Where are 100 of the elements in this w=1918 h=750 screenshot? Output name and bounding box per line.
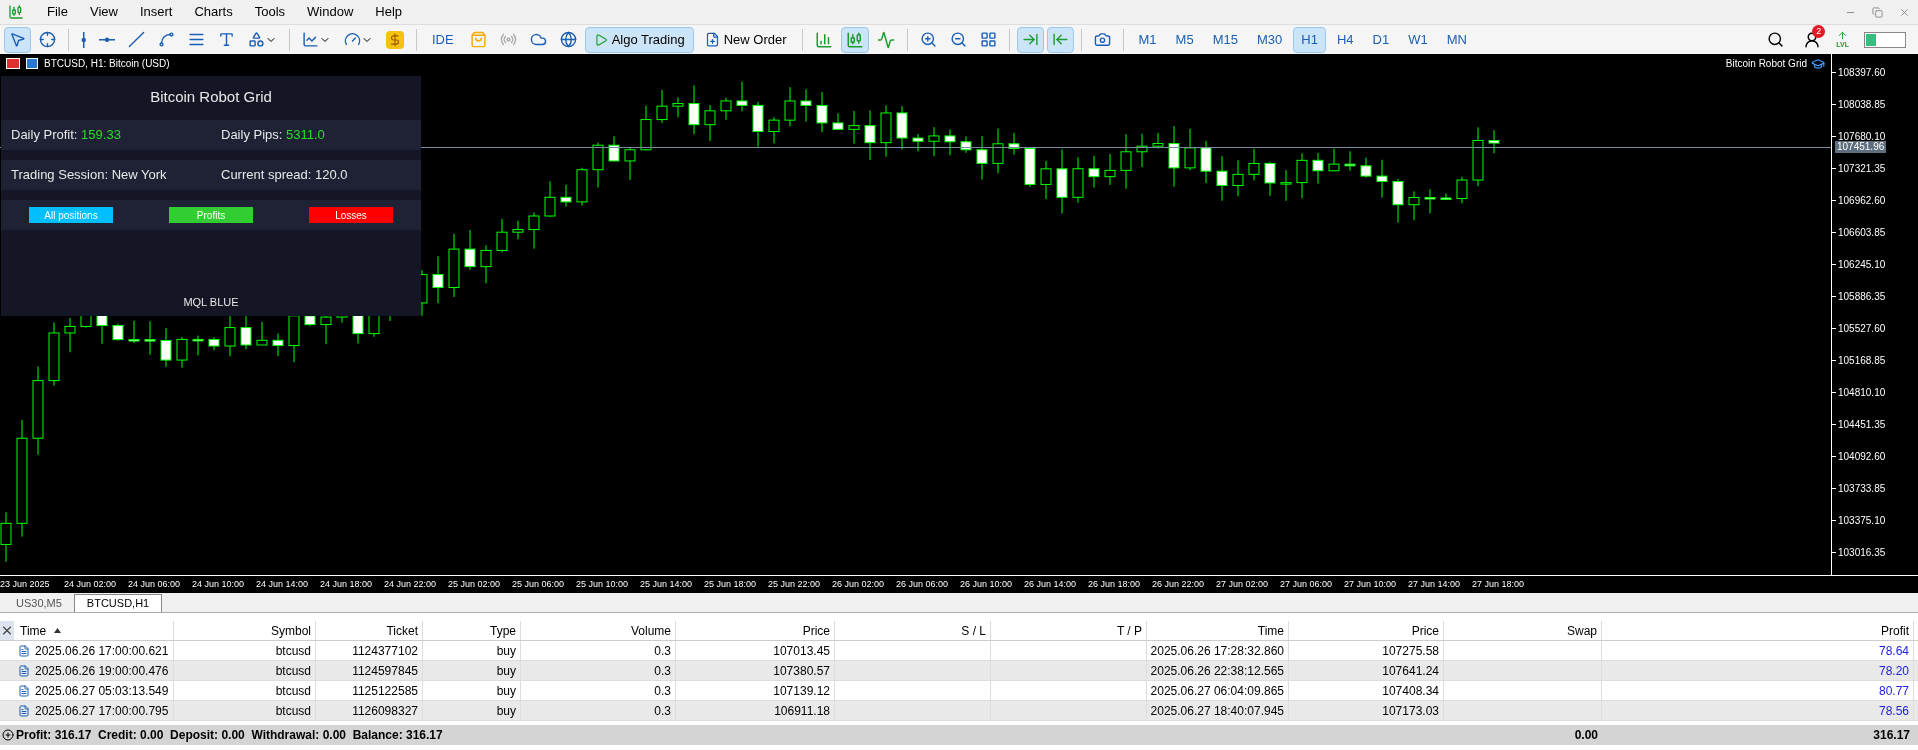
table-cell-text: 107173.03 [1382,702,1439,720]
menu-item[interactable]: Window [296,2,365,22]
timeframe-button[interactable]: D1 [1364,26,1398,53]
line-chart-icon [302,31,319,48]
menu-item[interactable]: Insert [128,2,184,22]
table-cell-text: 107380.57 [773,662,830,680]
time-tick-label: 23 Jun 2025 [0,577,51,591]
price-tick-label: 106603.85 [1837,225,1886,240]
chart-type-button[interactable] [840,26,869,53]
price-tick-label: 106245.10 [1837,257,1886,272]
shopping-bag-icon [469,31,487,48]
time-tick-label: 24 Jun 14:00 [256,577,310,591]
table-cell-text: buy [496,702,516,720]
price-tick-label: 108397.60 [1837,65,1886,80]
time-tick-label: 25 Jun 02:00 [448,577,502,591]
panel-title: Bitcoin Robot Grid [149,87,273,107]
price-tick-label: 103375.10 [1837,513,1886,528]
table-cell-text: 107408.34 [1382,682,1439,700]
account-icon[interactable] [1803,30,1822,49]
menu-item[interactable]: Charts [183,2,244,22]
timeframe-button[interactable]: M30 [1248,26,1291,53]
menu-item[interactable]: Help [364,2,414,22]
menu-item[interactable]: File [36,2,79,22]
column-header[interactable]: S / L [961,621,986,640]
column-header[interactable]: Ticket [386,621,418,640]
timeframe-button[interactable]: M5 [1167,26,1202,53]
column-header[interactable]: Time [20,621,62,640]
filter-button[interactable]: Losses [309,207,393,223]
crosshair-icon [39,31,56,48]
stat-label: Current spread: [221,167,313,183]
ide-button[interactable]: IDE [424,29,462,50]
column-header[interactable]: Price [802,621,830,640]
time-tick-label: 24 Jun 02:00 [64,577,118,591]
notification-badge: 2 [1812,24,1826,38]
auto-scroll-button[interactable] [1016,26,1044,53]
search-icon[interactable] [1767,31,1785,48]
menu-item[interactable]: View [78,2,129,22]
cursor-icon [9,31,26,48]
timeframe-button[interactable]: W1 [1400,26,1436,53]
broadcast-icon [499,31,517,48]
chart-tab[interactable]: BTCUSD,H1 [73,594,163,612]
column-header[interactable]: Symbol [271,621,311,640]
column-header[interactable]: Swap [1566,621,1597,640]
table-cell-text: 0.3 [654,682,671,700]
bar-chart-icon [814,30,833,49]
timeframe-button[interactable]: M1 [1130,26,1165,53]
summary-text: Profit: 316.17 Credit: 0.00 Deposit: 0.00 Withdrawal: 0.00 Balance: 316.17 [16,727,444,744]
new-order-button[interactable]: New Order [696,26,795,53]
chart-window-icon[interactable] [26,58,38,69]
timeframe-button[interactable]: H4 [1328,26,1362,53]
zoom-in-icon [919,31,937,48]
column-header[interactable]: Profit [1881,621,1909,640]
time-tick-label: 27 Jun 18:00 [1472,577,1526,591]
price-tick-label: 105527.60 [1837,321,1886,336]
close-icon[interactable] [0,621,14,640]
text-icon [218,31,235,48]
time-tick-label: 26 Jun 10:00 [960,577,1014,591]
time-tick-label: 26 Jun 06:00 [896,577,950,591]
arrow-up-icon [1837,30,1849,41]
line-chart-icon [876,30,895,49]
stat-value: 120.0 [314,167,348,183]
column-header[interactable]: Type [490,621,516,640]
file-plus-icon [704,32,720,47]
time-tick-label: 26 Jun 14:00 [1024,577,1078,591]
table-cell-text: btcusd [275,642,311,660]
time-tick-label: 25 Jun 18:00 [704,577,758,591]
menu-item[interactable]: Tools [243,2,297,22]
table-cell-text: 0.3 [654,702,671,720]
column-header[interactable]: Time [1257,621,1284,640]
price-tick-label: 108038.85 [1837,97,1886,112]
table-cell-text: 2025.06.27 18:40:07.945 [1150,702,1284,720]
order-icon [18,664,30,677]
play-icon [593,32,608,47]
expand-icon[interactable] [2,729,14,741]
table-cell-text: 2025.06.26 22:38:12.565 [1150,662,1284,680]
pointer-button[interactable] [4,26,31,53]
cloud-icon [529,31,547,48]
globe-icon [559,31,577,48]
chart-shift-button[interactable] [1046,26,1074,53]
profit-total: 316.17 [1872,727,1911,744]
column-header[interactable]: Price [1411,621,1439,640]
price-tick-label: 103733.85 [1837,481,1886,496]
timeframe-button[interactable]: M15 [1204,26,1246,53]
stat-label: Trading Session: [11,167,110,183]
current-price-label: 107451.96 [1835,141,1887,154]
price-tick-label: 106962.60 [1837,193,1886,208]
table-cell-text: 2025.06.26 17:00:00.621 [35,642,169,660]
column-header[interactable]: Volume [630,621,671,640]
timeframe-button[interactable]: H1 [1293,26,1326,53]
time-tick-label: 24 Jun 22:00 [384,577,438,591]
close-icon[interactable] [1899,6,1910,18]
price-tick-label: 105886.35 [1837,289,1886,304]
stat-label: Daily Profit: [11,127,79,143]
algo-trading-button[interactable]: Algo Trading [584,26,694,53]
chart-menu-icon[interactable] [6,58,20,69]
table-cell-text: 2025.06.27 17:00:00.795 [35,702,169,720]
price-tick-label: 107680.10 [1837,129,1886,142]
chart-tab[interactable]: US30,M5 [4,594,74,612]
column-header[interactable]: T / P [1116,621,1142,640]
timeframe-button[interactable]: MN [1438,26,1475,53]
